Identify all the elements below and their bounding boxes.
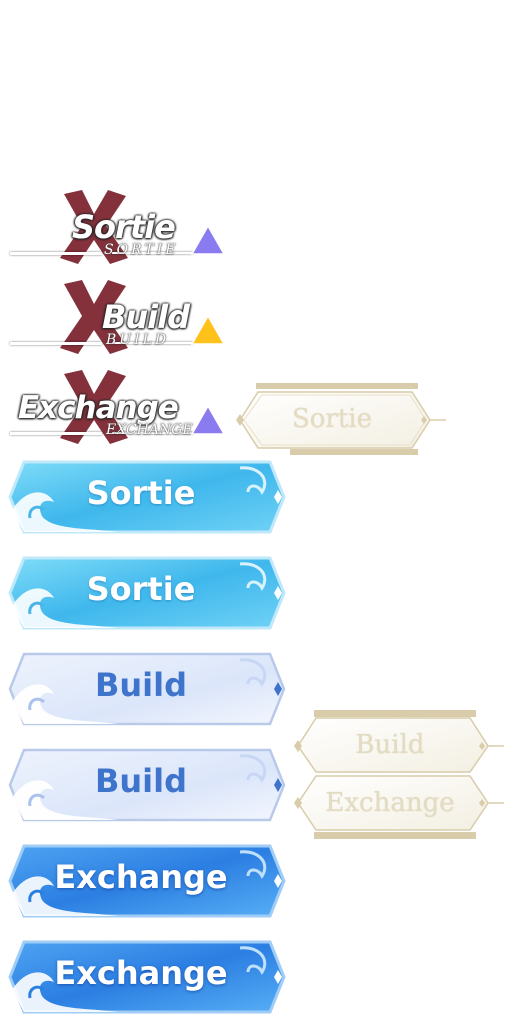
exchange-button[interactable]: Exchange bbox=[8, 938, 288, 1016]
underline-left bbox=[10, 432, 102, 435]
cream-build-button[interactable]: Build bbox=[292, 718, 488, 772]
wave-button-label: Exchange bbox=[54, 858, 228, 896]
emblem-build[interactable]: Build BUILD bbox=[8, 276, 230, 356]
emblem-title: Exchange bbox=[18, 390, 179, 426]
wave-button-label: Exchange bbox=[54, 954, 228, 992]
emblem-title: Build bbox=[102, 298, 190, 336]
wave-button-label: Sortie bbox=[86, 570, 196, 608]
triangle-icon bbox=[190, 404, 226, 435]
emblem-sortie[interactable]: Sortie SORTIE bbox=[8, 186, 230, 266]
triangle-icon bbox=[190, 224, 226, 255]
wave-button-label: Build bbox=[94, 666, 187, 704]
sortie-button[interactable]: Sortie bbox=[8, 458, 288, 536]
cream-button-group: Build Exchange bbox=[292, 708, 506, 842]
cream-button-label: Exchange bbox=[325, 788, 455, 818]
build-button[interactable]: Build bbox=[8, 746, 288, 824]
emblem-exchange[interactable]: Exchange EXCHANGE bbox=[8, 366, 230, 446]
emblem-title: Sortie bbox=[72, 208, 176, 246]
exchange-button[interactable]: Exchange bbox=[8, 842, 288, 920]
cream-exchange-button[interactable]: Exchange bbox=[292, 776, 488, 830]
sortie-button[interactable]: Sortie bbox=[8, 554, 288, 632]
cream-button-label: Sortie bbox=[291, 404, 373, 434]
underline-left bbox=[10, 342, 102, 345]
wave-button-label: Sortie bbox=[86, 474, 196, 512]
cream-sortie-button[interactable]: Sortie bbox=[234, 380, 448, 460]
underline-left bbox=[10, 252, 102, 255]
wave-button-label: Build bbox=[94, 762, 187, 800]
emblem-subtitle: EXCHANGE bbox=[106, 422, 193, 438]
build-button[interactable]: Build bbox=[8, 650, 288, 728]
triangle-icon bbox=[190, 314, 226, 345]
emblem-subtitle: BUILD bbox=[106, 332, 170, 348]
cream-button-label: Build bbox=[355, 730, 425, 760]
emblem-subtitle: SORTIE bbox=[104, 242, 179, 258]
